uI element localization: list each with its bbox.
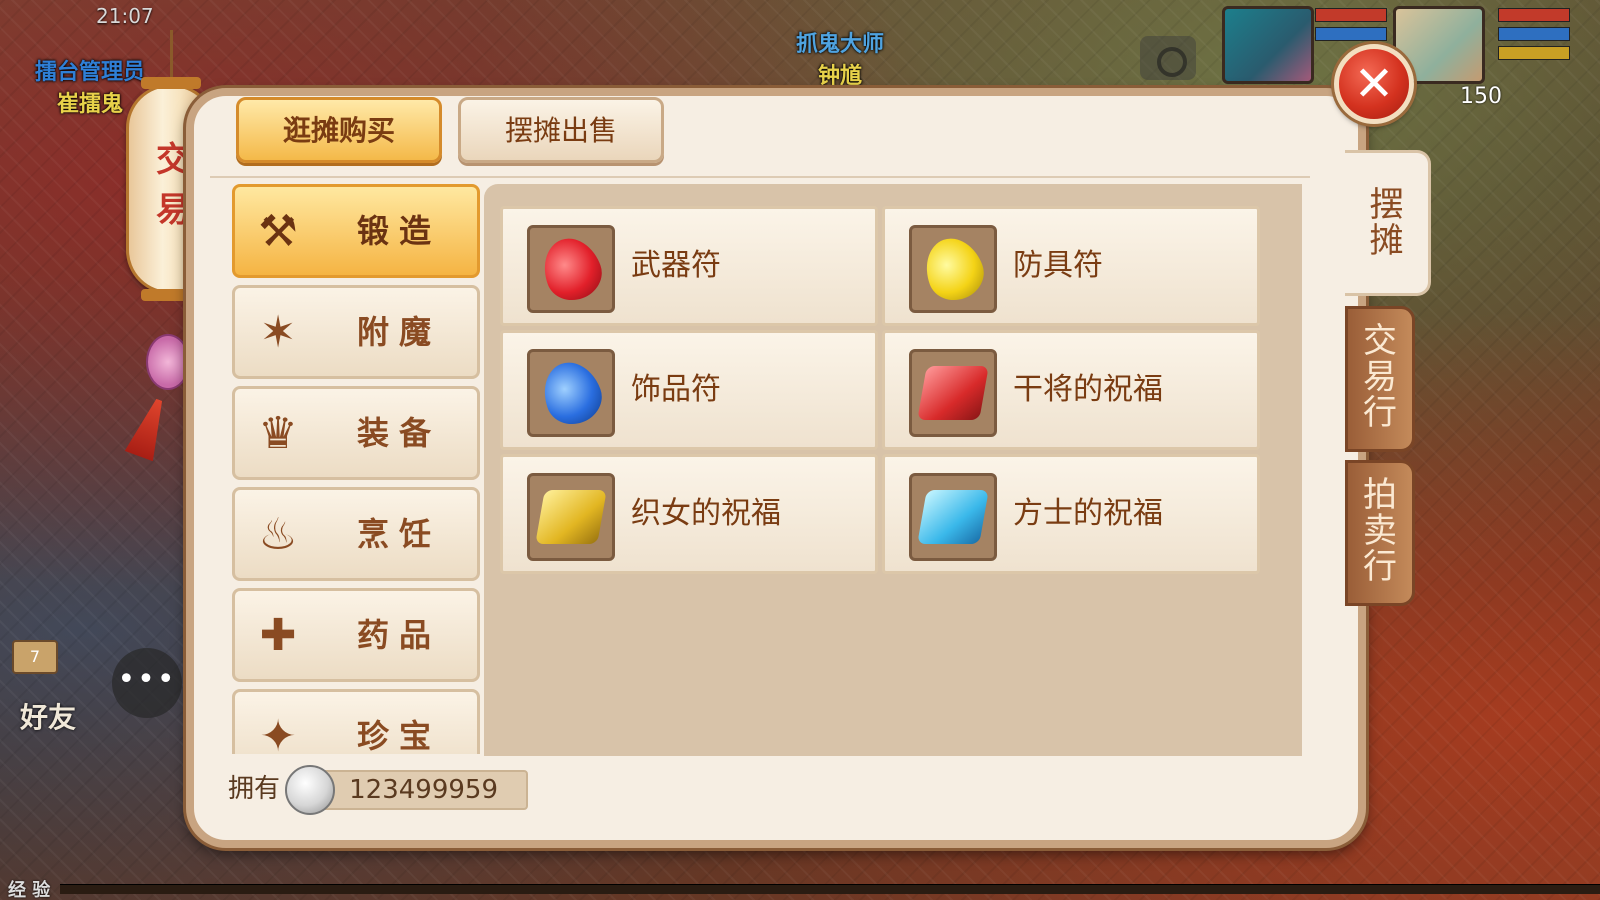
category-equipment[interactable]: ♛ 装备 (232, 386, 480, 480)
category-list[interactable]: ⚒ 锻造 ✶ 附魔 ♛ 装备 ♨ 烹饪 ✚ 药品 ✦ 珍宝 (232, 184, 480, 754)
side-tab-auction-house[interactable]: 拍 卖 行 (1345, 460, 1415, 606)
gold-scroll-icon (535, 490, 607, 544)
item-card-zhinv-blessing[interactable]: 织女的祝福 (500, 454, 878, 574)
npc-ghost-master-label[interactable]: 抓鬼大师 钟馗 (780, 26, 900, 90)
currency-amount: 123499959 (318, 770, 528, 810)
item-name: 防具符 (1013, 248, 1103, 283)
item-icon-frame (909, 225, 997, 313)
red-scroll-icon (917, 366, 989, 420)
category-treasure[interactable]: ✦ 珍宝 (232, 689, 480, 754)
currency-label: 拥有 (228, 774, 281, 804)
item-icon-frame (527, 473, 615, 561)
treasure-icon: ✦ (259, 711, 297, 754)
hammer-icon: ⚒ (258, 206, 298, 257)
blue-gem-icon (535, 354, 609, 432)
silver-coin-icon (285, 765, 335, 815)
tab-stall-sell[interactable]: 摆摊出售 (458, 97, 664, 163)
friends-label: 好友 (20, 701, 77, 734)
magic-wand-icon: ✶ (259, 307, 297, 358)
close-icon: ✕ (1353, 56, 1395, 112)
player-anger-bar (1498, 46, 1570, 60)
item-name: 织女的祝福 (631, 496, 781, 531)
pet-status-bars (1315, 8, 1387, 46)
player-status-bars (1498, 8, 1570, 65)
item-card-fangshi-blessing[interactable]: 方士的祝福 (882, 454, 1260, 574)
close-button[interactable]: ✕ (1334, 44, 1414, 124)
item-icon-frame (909, 473, 997, 561)
cyan-scroll-icon (917, 490, 989, 544)
divider (210, 176, 1310, 178)
npc-title: 擂台管理员 (34, 60, 145, 85)
item-name: 干将的祝福 (1013, 372, 1163, 407)
category-forging[interactable]: ⚒ 锻造 (232, 184, 480, 278)
exp-label: 经 验 (8, 880, 51, 900)
pet-portrait[interactable] (1222, 6, 1314, 84)
item-card-accessory-rune[interactable]: 饰品符 (500, 330, 878, 450)
pet-mp-bar (1315, 27, 1387, 41)
mail-icon[interactable]: 7 (12, 640, 58, 674)
category-enchant[interactable]: ✶ 附魔 (232, 285, 480, 379)
helmet-icon: ♛ (258, 408, 298, 459)
side-tab-trading-house[interactable]: 交 易 行 (1345, 306, 1415, 452)
item-name: 方士的祝福 (1013, 496, 1163, 531)
category-label: 附魔 (356, 313, 441, 351)
player-level: 150 (1460, 84, 1502, 109)
clock-text: 21:07 (96, 4, 154, 28)
chinese-knot-icon (146, 334, 190, 390)
cooking-pot-icon: ♨ (258, 509, 298, 560)
tab-browse-buy[interactable]: 逛摊购买 (236, 97, 442, 163)
pet-hp-bar (1315, 8, 1387, 22)
item-card-armor-rune[interactable]: 防具符 (882, 206, 1260, 326)
medicine-bottle-icon: ✚ (259, 610, 297, 661)
player-hp-bar (1498, 8, 1570, 22)
category-cooking[interactable]: ♨ 烹饪 (232, 487, 480, 581)
item-icon-frame (909, 349, 997, 437)
category-label: 烹饪 (356, 515, 441, 553)
player-mp-bar (1498, 27, 1570, 41)
npc-title: 抓鬼大师 (795, 32, 884, 57)
item-card-weapon-rune[interactable]: 武器符 (500, 206, 878, 326)
chat-bubble-icon[interactable]: ••• (112, 648, 182, 718)
exp-bar (60, 884, 1600, 894)
item-card-ganjiang-blessing[interactable]: 干将的祝福 (882, 330, 1260, 450)
category-label: 锻造 (356, 212, 441, 250)
npc-name: 钟馗 (817, 64, 862, 89)
item-icon-frame (527, 349, 615, 437)
item-icon-frame (527, 225, 615, 313)
item-name: 饰品符 (631, 372, 721, 407)
category-medicine[interactable]: ✚ 药品 (232, 588, 480, 682)
category-label: 药品 (356, 616, 441, 654)
camera-icon[interactable] (1140, 36, 1196, 80)
item-name: 武器符 (631, 248, 721, 283)
red-gem-icon (535, 230, 609, 308)
category-label: 珍宝 (356, 717, 441, 754)
yellow-gem-icon (917, 230, 991, 308)
friends-button[interactable]: 7 好友 (12, 640, 112, 740)
category-label: 装备 (356, 414, 441, 452)
side-tab-stall[interactable]: 摆 摊 (1345, 150, 1431, 296)
